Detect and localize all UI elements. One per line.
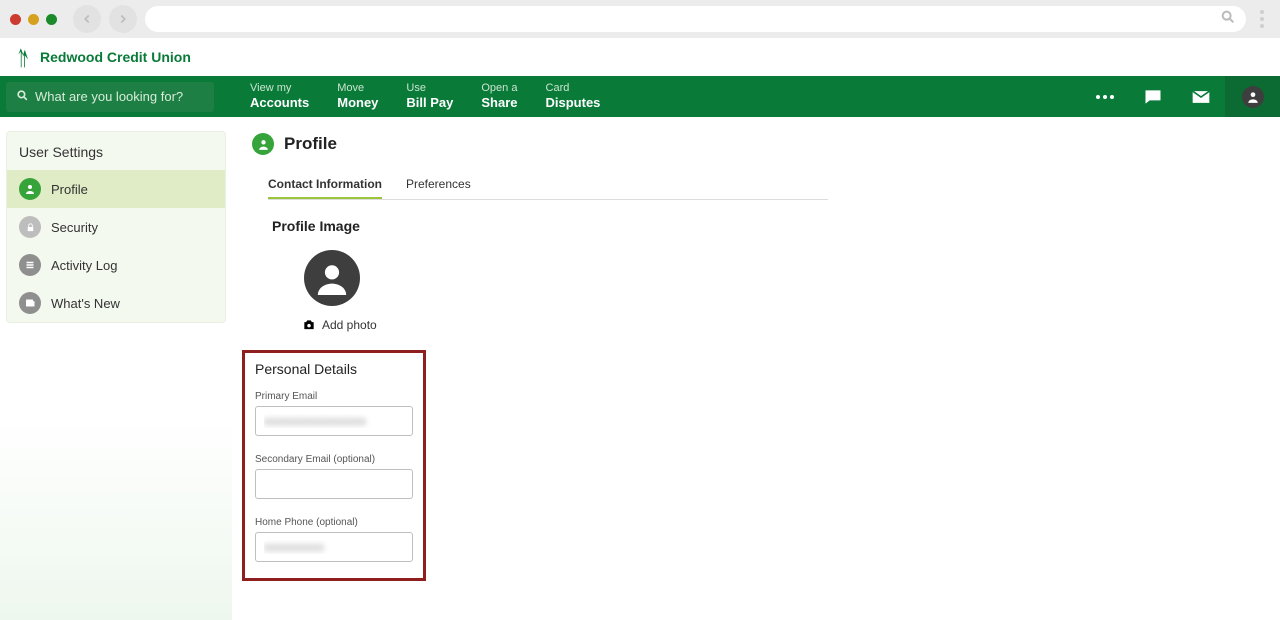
add-photo-label: Add photo — [322, 318, 377, 332]
search-icon — [1220, 9, 1236, 30]
nav-bot-label: Money — [337, 95, 378, 111]
nav-top-label: Open a — [481, 82, 517, 95]
nav-top-label: Use — [406, 82, 453, 95]
lock-icon — [19, 216, 41, 238]
home-phone-field[interactable] — [255, 532, 413, 562]
sidebar: User Settings Profile Security Activity … — [6, 131, 226, 323]
camera-icon — [302, 318, 316, 332]
nav-top-label: Card — [546, 82, 601, 95]
sidebar-item-profile[interactable]: Profile — [7, 170, 225, 208]
chat-icon — [1143, 87, 1163, 107]
browser-back-button[interactable] — [73, 5, 101, 33]
sidebar-item-activity-log[interactable]: Activity Log — [7, 246, 225, 284]
sidebar-item-label: What's New — [51, 296, 120, 311]
profile-avatar — [304, 250, 360, 306]
person-icon — [252, 133, 274, 155]
browser-forward-button[interactable] — [109, 5, 137, 33]
sidebar-item-label: Security — [51, 220, 98, 235]
nav-bot-label: Accounts — [250, 95, 309, 111]
home-phone-label: Home Phone (optional) — [255, 517, 413, 528]
brand-bar: Redwood Credit Union — [0, 38, 1280, 76]
nav-disputes[interactable]: Card Disputes — [546, 82, 601, 111]
add-photo-button[interactable]: Add photo — [302, 318, 1280, 332]
window-close-button[interactable] — [10, 14, 21, 25]
secondary-email-label: Secondary Email (optional) — [255, 454, 413, 465]
sidebar-item-whats-new[interactable]: What's New — [7, 284, 225, 322]
search-icon — [16, 89, 29, 105]
personal-details-box: Personal Details Primary Email Secondary… — [242, 350, 426, 581]
mail-icon — [1191, 87, 1211, 107]
address-bar[interactable] — [145, 6, 1246, 32]
nav-top-label: View my — [250, 82, 309, 95]
person-icon — [315, 261, 349, 295]
news-icon — [19, 292, 41, 314]
redwood-logo-icon — [14, 45, 34, 69]
tab-preferences[interactable]: Preferences — [406, 171, 471, 199]
secondary-email-field[interactable] — [255, 469, 413, 499]
messages-button[interactable] — [1177, 87, 1225, 107]
nav-bot-label: Disputes — [546, 95, 601, 111]
chat-button[interactable] — [1129, 87, 1177, 107]
tab-contact-information[interactable]: Contact Information — [268, 171, 382, 199]
primary-email-label: Primary Email — [255, 391, 413, 402]
person-icon — [19, 178, 41, 200]
nav-top-label: Move — [337, 82, 378, 95]
personal-details-heading: Personal Details — [255, 361, 413, 377]
page-title: Profile — [284, 134, 337, 154]
tabs: Contact Information Preferences — [268, 171, 828, 200]
browser-menu-button[interactable] — [1254, 10, 1270, 28]
main-nav: What are you looking for? View my Accoun… — [0, 76, 1280, 117]
browser-chrome — [0, 0, 1280, 38]
profile-image-heading: Profile Image — [272, 218, 1280, 234]
window-minimize-button[interactable] — [28, 14, 39, 25]
account-menu-button[interactable] — [1225, 76, 1280, 117]
sidebar-title: User Settings — [7, 132, 225, 170]
site-search[interactable]: What are you looking for? — [6, 82, 214, 112]
avatar-icon — [1242, 86, 1264, 108]
nav-bot-label: Share — [481, 95, 517, 111]
brand-name: Redwood Credit Union — [40, 49, 191, 65]
sidebar-item-label: Profile — [51, 182, 88, 197]
nav-accounts[interactable]: View my Accounts — [250, 82, 309, 111]
sidebar-item-security[interactable]: Security — [7, 208, 225, 246]
nav-money[interactable]: Move Money — [337, 82, 378, 111]
dots-horizontal-icon — [1096, 95, 1114, 99]
primary-email-field[interactable] — [255, 406, 413, 436]
list-icon — [19, 254, 41, 276]
main-content: Profile Contact Information Preferences … — [232, 117, 1280, 620]
nav-share[interactable]: Open a Share — [481, 82, 517, 111]
nav-bot-label: Bill Pay — [406, 95, 453, 111]
sidebar-item-label: Activity Log — [51, 258, 117, 273]
search-placeholder-text: What are you looking for? — [35, 89, 183, 104]
window-maximize-button[interactable] — [46, 14, 57, 25]
nav-billpay[interactable]: Use Bill Pay — [406, 82, 453, 111]
more-menu-button[interactable] — [1081, 95, 1129, 99]
window-controls — [10, 14, 57, 25]
